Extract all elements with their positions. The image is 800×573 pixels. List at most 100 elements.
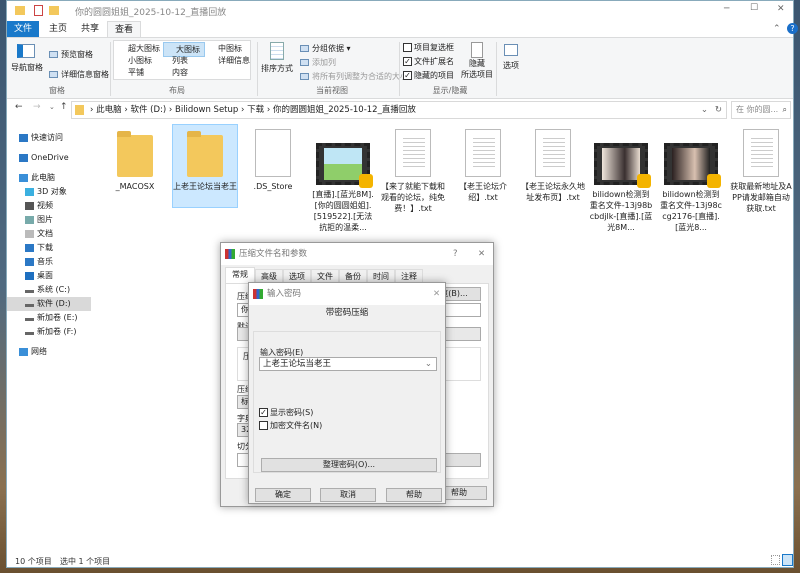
tab-backup[interactable]: 备份	[339, 269, 367, 283]
nav-item[interactable]: 桌面	[7, 269, 91, 283]
tab-file[interactable]: 文件	[7, 21, 39, 37]
new-folder-icon[interactable]	[49, 6, 59, 15]
file-item[interactable]: 【老王论坛永久地址发布页】.txt	[521, 125, 585, 203]
tab-comment[interactable]: 注释	[395, 269, 423, 283]
breadcrumb-item[interactable]: 下载	[247, 105, 264, 115]
group-label-view: 当前视图	[316, 86, 348, 95]
item-checkbox-toggle[interactable]: 项目复选框	[403, 42, 454, 53]
nav-item[interactable]: 软件 (D:)	[7, 297, 91, 311]
tab-general[interactable]: 常规	[225, 267, 255, 283]
close-button[interactable]: ✕	[777, 4, 785, 14]
nav-item-label: 网络	[31, 347, 47, 356]
breadcrumb-item[interactable]: Bilidown Setup	[175, 105, 238, 115]
nav-pane-button[interactable]: 导航窗格	[11, 44, 43, 73]
back-button[interactable]: ←	[15, 102, 23, 112]
search-box[interactable]: 在 你的圆... ⌕	[731, 101, 791, 119]
layout-medium[interactable]: 中图标	[218, 43, 242, 54]
file-item[interactable]: 【老王论坛介绍】.txt	[451, 125, 515, 203]
file-item[interactable]: bilidown检测到重名文件-13j98ccg2176-[直播].[蓝光8..…	[659, 125, 723, 233]
nav-item[interactable]: 快速访问	[7, 131, 91, 145]
file-item[interactable]: 【来了就能下载和观看的论坛，纯免费！】.txt	[381, 125, 445, 214]
tab-home[interactable]: 主页	[43, 21, 73, 37]
nav-item[interactable]: 系统 (C:)	[7, 283, 91, 297]
layout-tiles[interactable]: 平铺	[128, 67, 144, 78]
breadcrumb-item[interactable]: 你的圆圆姐姐_2025-10-12_直播回放	[273, 105, 416, 115]
tab-advanced[interactable]: 高级	[255, 269, 283, 283]
dialog-title-bar: 输入密码 ✕	[249, 283, 445, 305]
folder-icon	[103, 131, 167, 177]
file-item[interactable]: _MACOSX	[103, 125, 167, 192]
title-bar: 你的圆圆姐姐_2025-10-12_直播回放 ─ ☐ ✕	[7, 1, 793, 21]
group-by-button[interactable]: 分组依据 ▾	[300, 43, 351, 54]
nav-item[interactable]: 此电脑	[7, 171, 91, 185]
password-input[interactable]: 上老王论坛当老王 ⌄	[259, 357, 437, 371]
add-column-button[interactable]: 添加列	[300, 57, 336, 68]
help-button[interactable]: 帮助	[386, 488, 442, 502]
details-view-icon[interactable]	[771, 555, 780, 565]
nav-item[interactable]: 视频	[7, 199, 91, 213]
nav-item[interactable]: 图片	[7, 213, 91, 227]
show-password-checkbox[interactable]: ✓ 显示密码(S)	[259, 407, 313, 418]
hide-selected-button[interactable]: 隐藏 所选项目	[459, 42, 495, 80]
properties-icon[interactable]	[34, 5, 43, 16]
help-icon[interactable]: ?	[787, 23, 798, 34]
cancel-button[interactable]: 取消	[320, 488, 376, 502]
hidden-items-toggle[interactable]: ✓ 隐藏的项目	[403, 70, 454, 81]
tab-options[interactable]: 选项	[283, 269, 311, 283]
help-button[interactable]: ?	[453, 243, 458, 265]
forward-button[interactable]: →	[33, 102, 41, 112]
fit-columns-button[interactable]: 将所有列调整为合适的大小	[300, 71, 408, 82]
maximize-button[interactable]: ☐	[750, 3, 758, 13]
tab-share[interactable]: 共享	[75, 21, 105, 37]
close-button[interactable]: ✕	[433, 283, 440, 305]
ok-button[interactable]: 确定	[255, 488, 311, 502]
minimize-button[interactable]: ─	[724, 4, 729, 14]
nav-item[interactable]: OneDrive	[7, 151, 91, 165]
close-button[interactable]: ✕	[478, 243, 485, 265]
checkbox-checked: ✓	[259, 408, 268, 417]
file-name: bilidown检测到重名文件-13j98ccg2176-[直播].[蓝光8..…	[660, 190, 722, 232]
file-item[interactable]: .DS_Store	[241, 125, 305, 192]
breadcrumb-item[interactable]: 软件 (D:)	[130, 105, 166, 115]
tab-time[interactable]: 时间	[367, 269, 395, 283]
encrypt-filenames-checkbox[interactable]: 加密文件名(N)	[259, 420, 322, 431]
breadcrumb-item[interactable]: 此电脑	[96, 105, 122, 115]
file-item[interactable]: bilidown检测到重名文件-13j98bcbdjlk-[直播].[蓝光8M.…	[589, 125, 653, 233]
file-name: .DS_Store	[253, 182, 293, 191]
nav-item[interactable]: 新加卷 (E:)	[7, 311, 91, 325]
tab-files[interactable]: 文件	[311, 269, 339, 283]
file-item[interactable]: 上老王论坛当老王	[172, 124, 238, 208]
up-button[interactable]: ↑	[60, 102, 68, 112]
address-dropdown-icon[interactable]: ⌄	[701, 102, 708, 118]
layout-details[interactable]: 详细信息	[218, 55, 250, 66]
layout-list[interactable]: 列表	[172, 55, 188, 66]
large-icons-view-icon[interactable]	[782, 554, 793, 566]
collapse-ribbon-icon[interactable]: ⌃	[773, 24, 781, 34]
sort-button[interactable]: 排序方式	[261, 42, 293, 74]
file-name: 【老王论坛介绍】.txt	[459, 182, 507, 202]
file-item[interactable]: [直播].[蓝光8M].[你的圆圆姐姐].[519522].[无法抗拒的温柔..…	[311, 125, 375, 233]
recent-dropdown[interactable]: ⌄	[49, 103, 55, 111]
file-item[interactable]: 获取最新地址及APP请发邮箱自动获取.txt	[729, 125, 793, 214]
preview-pane-button[interactable]: 预览窗格	[49, 49, 93, 60]
nav-item[interactable]: 3D 对象	[7, 185, 91, 199]
details-pane-button[interactable]: 详细信息窗格	[49, 69, 109, 80]
nav-item[interactable]: 音乐	[7, 255, 91, 269]
layout-content[interactable]: 内容	[172, 67, 188, 78]
file-ext-toggle[interactable]: ✓ 文件扩展名	[403, 56, 454, 67]
options-button[interactable]: 选项	[497, 44, 525, 71]
hide-selected-icon	[471, 42, 483, 58]
nav-item[interactable]: 下载	[7, 241, 91, 255]
drive-icon	[25, 318, 34, 321]
nav-item[interactable]: 新加卷 (F:)	[7, 325, 91, 339]
nav-item[interactable]: 文档	[7, 227, 91, 241]
cube-icon	[25, 188, 34, 196]
layout-small[interactable]: 小图标	[128, 55, 152, 66]
address-bar[interactable]: › 此电脑 › 软件 (D:) › Bilidown Setup › 下载 › …	[71, 101, 727, 119]
tab-view[interactable]: 查看	[107, 21, 141, 37]
organize-passwords-button[interactable]: 整理密码(O)...	[261, 458, 437, 472]
nav-item[interactable]: 网络	[7, 345, 91, 359]
refresh-icon[interactable]: ↻	[715, 102, 722, 118]
nav-item-label: 音乐	[37, 257, 53, 266]
layout-extra-large[interactable]: 超大图标	[128, 43, 160, 54]
